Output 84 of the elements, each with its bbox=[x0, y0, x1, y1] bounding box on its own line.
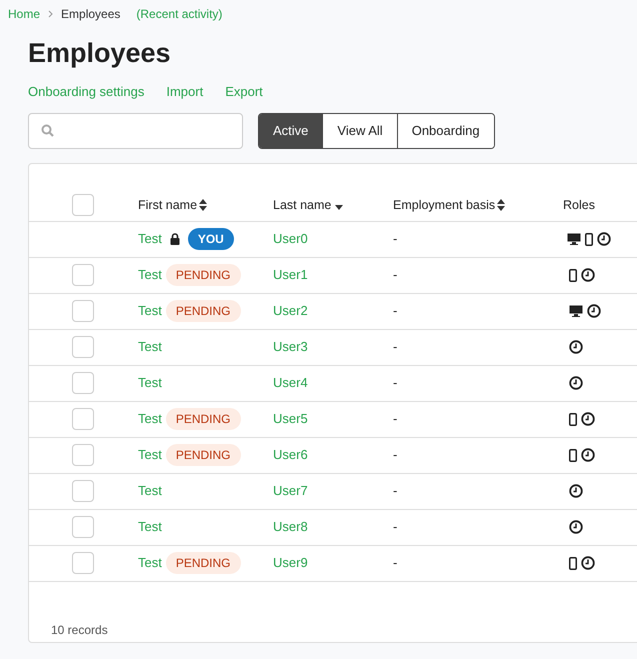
first-name-link[interactable]: Test bbox=[138, 409, 162, 429]
status-badge: PENDING bbox=[166, 552, 241, 574]
last-name-link[interactable]: User2 bbox=[273, 303, 308, 318]
clock-icon bbox=[597, 232, 611, 246]
filter-tab[interactable]: View All bbox=[322, 114, 397, 148]
table-cell: - bbox=[393, 267, 398, 282]
checkbox[interactable] bbox=[72, 408, 94, 430]
clock-icon bbox=[569, 484, 583, 498]
filter-tab[interactable]: Active bbox=[259, 114, 322, 148]
status-badge: YOU bbox=[188, 228, 234, 250]
clock-icon bbox=[587, 304, 601, 318]
table-cell: - bbox=[393, 519, 398, 534]
first-name-link[interactable]: Test bbox=[138, 481, 162, 501]
first-name-link[interactable]: Test bbox=[138, 373, 162, 393]
table-cell: - bbox=[393, 375, 398, 390]
chevron-icon bbox=[48, 10, 54, 18]
clock-icon bbox=[569, 340, 583, 354]
table-cell: - bbox=[393, 483, 398, 498]
monitor-icon bbox=[567, 233, 581, 245]
action-link[interactable]: Export bbox=[225, 82, 263, 102]
breadcrumb-link[interactable]: (Recent activity) bbox=[136, 5, 222, 23]
clock-icon bbox=[581, 268, 595, 282]
phone-icon bbox=[569, 412, 577, 426]
last-name-link[interactable]: User7 bbox=[273, 483, 308, 498]
search-field[interactable] bbox=[28, 112, 243, 148]
checkbox[interactable] bbox=[72, 372, 94, 394]
clock-icon bbox=[581, 412, 595, 426]
table-cell: - bbox=[393, 303, 398, 318]
first-name-link[interactable]: Test bbox=[138, 265, 162, 285]
action-link[interactable]: Onboarding settings bbox=[28, 82, 144, 102]
clock-icon bbox=[581, 448, 595, 462]
checkbox[interactable] bbox=[72, 336, 94, 358]
last-name-link[interactable]: User0 bbox=[273, 231, 308, 246]
checkbox[interactable] bbox=[72, 516, 94, 538]
first-name-link[interactable]: Test bbox=[138, 517, 162, 537]
last-name-link[interactable]: User5 bbox=[273, 411, 308, 426]
checkbox[interactable] bbox=[72, 480, 94, 502]
first-name-link[interactable]: Test bbox=[138, 337, 162, 357]
column-header[interactable]: Employment basis bbox=[393, 196, 496, 214]
action-link[interactable]: Import bbox=[166, 82, 204, 102]
filter-tab[interactable]: Onboarding bbox=[396, 114, 494, 148]
status-badge: PENDING bbox=[166, 300, 241, 322]
breadcrumb-link[interactable]: Home bbox=[8, 5, 40, 23]
clock-icon bbox=[581, 556, 595, 570]
breadcrumb-current: Employees bbox=[61, 6, 120, 23]
page-title: Employees bbox=[28, 37, 172, 70]
last-name-link[interactable]: User3 bbox=[273, 339, 308, 354]
status-badge: PENDING bbox=[166, 264, 241, 286]
first-name-link[interactable]: Test bbox=[138, 445, 162, 465]
sort-icon bbox=[497, 199, 506, 211]
monitor-icon bbox=[569, 305, 583, 317]
checkbox[interactable] bbox=[72, 552, 94, 574]
phone-icon bbox=[569, 556, 577, 570]
first-name-link[interactable]: Test bbox=[138, 301, 162, 321]
status-badge: PENDING bbox=[166, 408, 241, 430]
checkbox[interactable] bbox=[72, 264, 94, 286]
phone-icon bbox=[569, 268, 577, 282]
clock-icon bbox=[569, 376, 583, 390]
table-cell: - bbox=[393, 411, 398, 426]
phone-icon bbox=[585, 232, 593, 246]
last-name-link[interactable]: User6 bbox=[273, 447, 308, 462]
status-badge: PENDING bbox=[166, 444, 241, 466]
last-name-link[interactable]: User8 bbox=[273, 519, 308, 534]
sort-icon bbox=[199, 199, 208, 211]
last-name-link[interactable]: User9 bbox=[273, 555, 308, 570]
phone-icon bbox=[569, 448, 577, 462]
clock-icon bbox=[569, 520, 583, 534]
caret-down-icon bbox=[335, 204, 344, 210]
first-name-link[interactable]: Test bbox=[138, 553, 162, 573]
checkbox[interactable] bbox=[72, 194, 94, 216]
table-cell: - bbox=[393, 231, 398, 246]
last-name-link[interactable]: User4 bbox=[273, 375, 308, 390]
first-name-link[interactable]: Test bbox=[138, 229, 162, 249]
column-header[interactable]: Last name bbox=[273, 196, 332, 214]
checkbox[interactable] bbox=[72, 444, 94, 466]
table-cell: - bbox=[393, 447, 398, 462]
search-icon bbox=[41, 124, 54, 137]
last-name-link[interactable]: User1 bbox=[273, 267, 308, 282]
table-cell: - bbox=[393, 339, 398, 354]
checkbox[interactable] bbox=[72, 300, 94, 322]
column-header[interactable]: First name bbox=[138, 196, 198, 214]
table-cell: - bbox=[393, 555, 398, 570]
record-count: 10 records bbox=[51, 622, 108, 636]
column-header: Roles bbox=[563, 196, 595, 214]
